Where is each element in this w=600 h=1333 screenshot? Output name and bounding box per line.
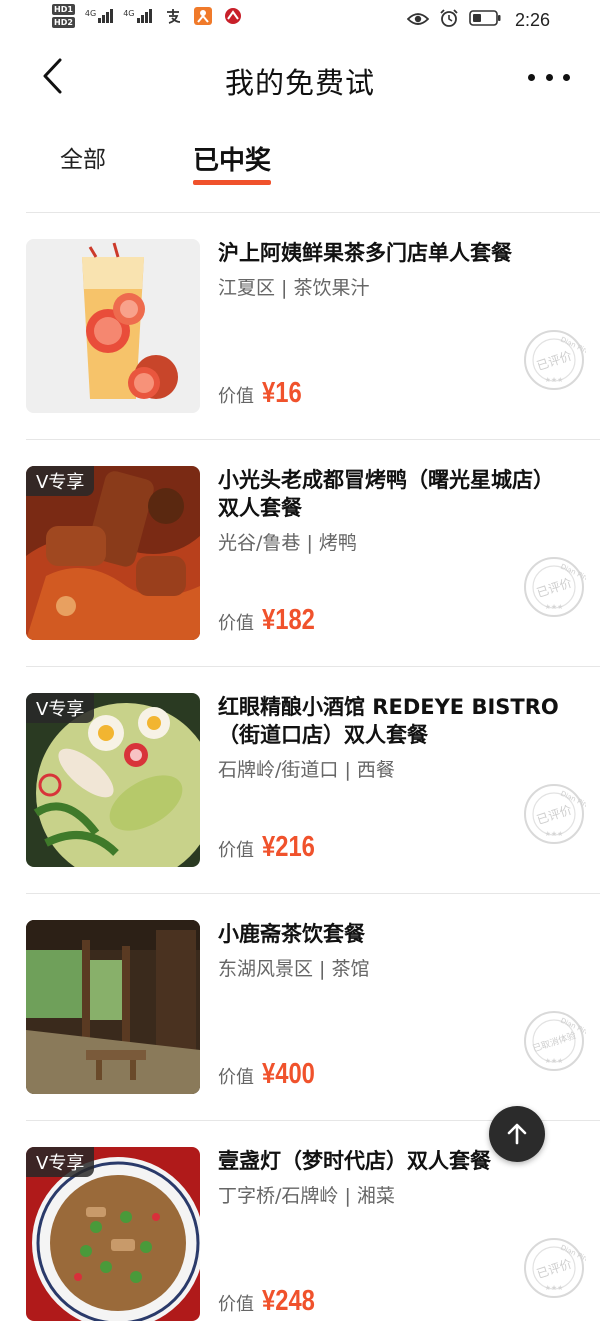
price-row: 价值 ¥182 bbox=[218, 604, 327, 637]
status-left: HD1 HD2 4G 4G bbox=[52, 4, 242, 28]
price-label: 价值 bbox=[218, 613, 254, 634]
signal-1-icon: 4G bbox=[85, 9, 114, 23]
price-value: ¥248 bbox=[262, 1285, 315, 1317]
nav-header: 我的免费试 bbox=[0, 44, 600, 116]
eye-icon bbox=[406, 11, 430, 30]
vip-badge: V专享 bbox=[26, 1147, 95, 1177]
price-label: 价值 bbox=[218, 386, 254, 407]
deal-subtitle: 丁字桥/石牌岭 | 湘菜 bbox=[218, 1185, 395, 1207]
deal-subtitle: 光谷/鲁巷 | 烤鸭 bbox=[218, 532, 357, 554]
more-options-button[interactable] bbox=[528, 62, 570, 92]
hunan-dish-image: V专享 bbox=[26, 1147, 200, 1321]
cancelled-stamp-icon: Dian Ping 已取消体验 ★★★ bbox=[524, 1011, 586, 1071]
deal-item-redeye-bistro[interactable]: V专享 红眼精酿小酒馆 REDEYE BISTRO（街道口店）双人套餐 石牌岭/… bbox=[26, 667, 600, 894]
price-label: 价值 bbox=[218, 1067, 254, 1088]
deal-title: 小鹿斋茶饮套餐 bbox=[218, 922, 365, 946]
deal-item-roast-duck[interactable]: V专享 小光头老成都冒烤鸭（曙光星城店）双人套餐 光谷/鲁巷 | 烤鸭 价值 ¥… bbox=[26, 440, 600, 667]
app-icon bbox=[193, 7, 212, 25]
price-value: ¥216 bbox=[262, 831, 315, 863]
app2-icon bbox=[224, 7, 242, 25]
svg-text:已评价: 已评价 bbox=[535, 803, 574, 827]
svg-text:★★★: ★★★ bbox=[545, 376, 564, 384]
price-value: ¥16 bbox=[262, 377, 302, 409]
svg-text:已评价: 已评价 bbox=[535, 349, 574, 373]
fruit-tea-image bbox=[26, 239, 200, 413]
active-tab-indicator bbox=[193, 180, 272, 185]
price-row: 价值 ¥248 bbox=[218, 1285, 327, 1318]
page-title: 我的免费试 bbox=[224, 66, 375, 100]
price-label: 价值 bbox=[218, 1294, 254, 1315]
alipay-icon bbox=[164, 7, 182, 25]
status-time: 2:26 bbox=[514, 9, 550, 30]
price-row: 价值 ¥216 bbox=[218, 831, 327, 864]
reviewed-stamp-icon: Dian Ping 已评价 ★★★ bbox=[524, 1238, 586, 1298]
sim1-hd-icon: HD1 bbox=[52, 4, 75, 15]
status-right: 2:26 bbox=[406, 8, 550, 32]
reviewed-stamp-icon: Dian Ping 已评价 ★★★ bbox=[524, 330, 586, 390]
svg-text:★★★: ★★★ bbox=[545, 1284, 564, 1292]
svg-text:已取消体验: 已取消体验 bbox=[531, 1029, 578, 1054]
deal-title: 小光头老成都冒烤鸭（曙光星城店）双人套餐 bbox=[218, 468, 554, 520]
svg-text:★★★: ★★★ bbox=[545, 1057, 564, 1065]
vip-badge: V专享 bbox=[26, 466, 95, 496]
deal-list: 沪上阿姨鲜果茶多门店单人套餐 江夏区 | 茶饮果汁 价值 ¥16 Dian Pi… bbox=[0, 213, 600, 1333]
price-row: 价值 ¥16 bbox=[218, 377, 310, 410]
alarm-icon bbox=[439, 8, 459, 32]
deal-item-fruit-tea[interactable]: 沪上阿姨鲜果茶多门店单人套餐 江夏区 | 茶饮果汁 价值 ¥16 Dian Pi… bbox=[26, 213, 600, 440]
tab-bar: 全部 已中奖 bbox=[0, 128, 600, 188]
signal-2-icon: 4G bbox=[123, 9, 152, 23]
sim2-hd-icon: HD2 bbox=[52, 17, 75, 28]
price-value: ¥182 bbox=[262, 604, 315, 636]
salad-image: V专享 bbox=[26, 693, 200, 867]
svg-text:★★★: ★★★ bbox=[545, 603, 564, 611]
deal-item-tea-house[interactable]: 小鹿斋茶饮套餐 东湖风景区 | 茶馆 价值 ¥400 Dian Ping 已取消… bbox=[26, 894, 600, 1121]
tab-won[interactable]: 已中奖 bbox=[193, 140, 272, 185]
back-to-top-button[interactable] bbox=[489, 1106, 545, 1162]
reviewed-stamp-icon: Dian Ping 已评价 ★★★ bbox=[524, 784, 586, 844]
price-label: 价值 bbox=[218, 840, 254, 861]
deal-subtitle: 石牌岭/街道口 | 西餐 bbox=[218, 759, 395, 781]
status-bar: HD1 HD2 4G 4G 2:26 bbox=[0, 0, 600, 44]
deal-subtitle: 东湖风景区 | 茶馆 bbox=[218, 958, 370, 980]
deal-subtitle: 江夏区 | 茶饮果汁 bbox=[218, 277, 370, 299]
price-row: 价值 ¥400 bbox=[218, 1058, 327, 1091]
arrow-up-icon bbox=[507, 1123, 527, 1145]
svg-text:已评价: 已评价 bbox=[535, 576, 574, 600]
deal-title: 沪上阿姨鲜果茶多门店单人套餐 bbox=[218, 241, 512, 265]
svg-text:★★★: ★★★ bbox=[545, 830, 564, 838]
teahouse-image bbox=[26, 920, 200, 1094]
roast-duck-image: V专享 bbox=[26, 466, 200, 640]
vip-badge: V专享 bbox=[26, 693, 95, 723]
reviewed-stamp-icon: Dian Ping 已评价 ★★★ bbox=[524, 557, 586, 617]
deal-title: 红眼精酿小酒馆 REDEYE BISTRO（街道口店）双人套餐 bbox=[218, 695, 559, 747]
price-value: ¥400 bbox=[262, 1058, 315, 1090]
battery-icon bbox=[469, 10, 501, 30]
more-dots-icon bbox=[528, 73, 535, 81]
tab-all[interactable]: 全部 bbox=[60, 140, 106, 174]
svg-text:已评价: 已评价 bbox=[535, 1257, 574, 1281]
